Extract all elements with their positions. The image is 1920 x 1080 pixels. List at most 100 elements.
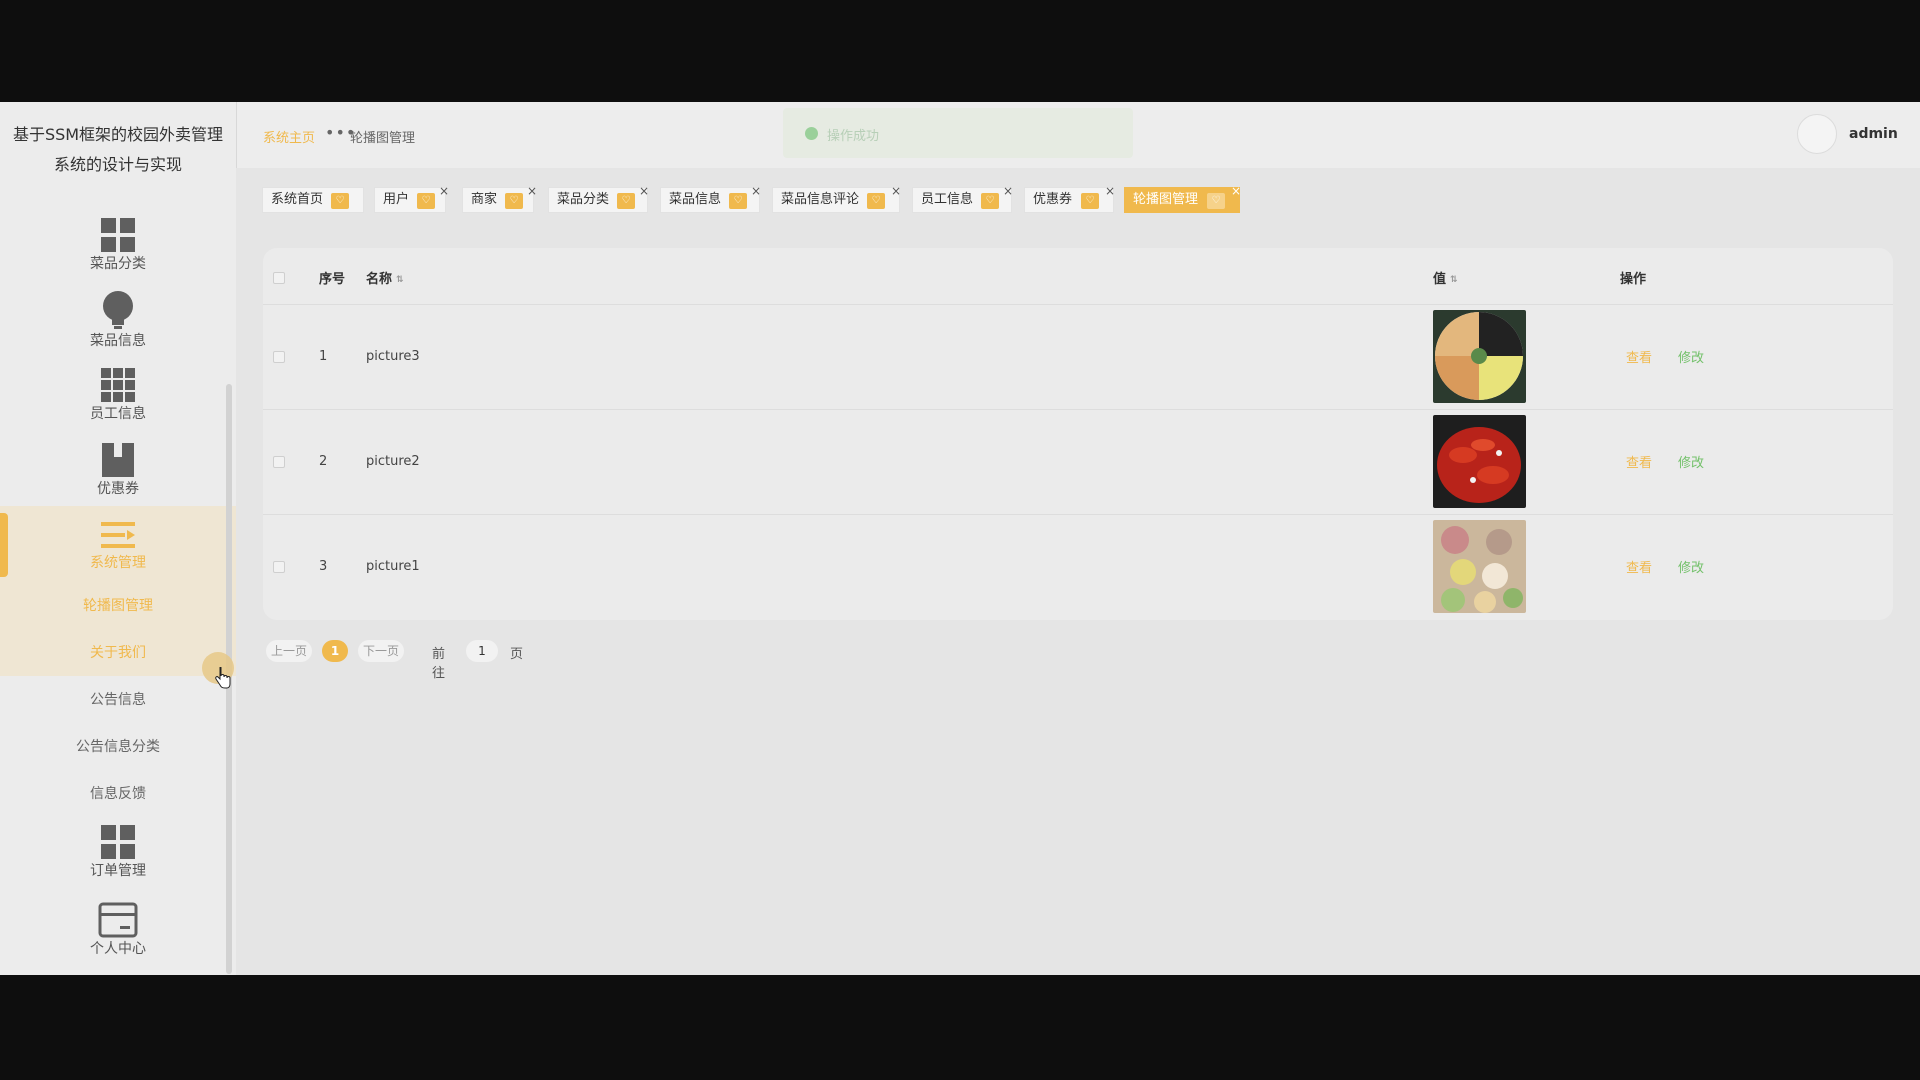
tab-label: 员工信息 bbox=[921, 192, 974, 207]
tab-staff-info[interactable]: 员工信息 ♡ × bbox=[912, 184, 1013, 213]
card-icon bbox=[98, 902, 138, 938]
sidebar-subitem-carousel[interactable]: 轮播图管理 bbox=[0, 595, 236, 615]
view-button[interactable]: 查看 bbox=[1626, 347, 1652, 366]
tab-label: 轮播图管理 bbox=[1133, 192, 1199, 207]
app-title: 基于SSM框架的校园外卖管理系统的设计与实现 bbox=[12, 125, 224, 174]
crayfish-image bbox=[1433, 415, 1526, 508]
page-unit-label: 页 bbox=[510, 647, 524, 662]
header-name-label: 名称 bbox=[366, 272, 393, 287]
toast-message: 操作成功 bbox=[827, 129, 880, 144]
row-index: 2 bbox=[319, 454, 328, 469]
tab-carousel-active[interactable]: 轮播图管理 ♡ × bbox=[1124, 184, 1241, 213]
sort-icon[interactable]: ⇅ bbox=[396, 275, 404, 285]
heart-icon: ♡ bbox=[867, 193, 885, 209]
menu-icon bbox=[101, 522, 135, 548]
macarons-image bbox=[1433, 520, 1526, 613]
close-icon[interactable]: × bbox=[891, 179, 901, 203]
sidebar-subitem-about[interactable]: 关于我们 bbox=[0, 642, 236, 662]
avatar[interactable] bbox=[1797, 114, 1837, 154]
sidebar-subitem-notice[interactable]: 公告信息 bbox=[0, 689, 236, 709]
close-icon[interactable]: × bbox=[1003, 179, 1013, 203]
sidebar-subitem-notice-category[interactable]: 公告信息分类 bbox=[0, 736, 236, 756]
breadcrumb-current: 轮播图管理 bbox=[350, 131, 416, 146]
table-row: 3 picture1 查看 修改 bbox=[263, 514, 1893, 619]
next-page-button[interactable]: 下一页 bbox=[358, 640, 404, 662]
header-name[interactable]: 名称 ⇅ bbox=[366, 268, 404, 287]
goto-label: 前往 bbox=[432, 647, 446, 681]
row-index: 1 bbox=[319, 349, 328, 364]
sidebar: 基于SSM框架的校园外卖管理系统的设计与实现 菜品分类 菜品信息 员工信息 优惠… bbox=[0, 102, 236, 975]
edit-button[interactable]: 修改 bbox=[1678, 347, 1704, 366]
header-index: 序号 bbox=[319, 272, 346, 287]
header-value[interactable]: 值 ⇅ bbox=[1433, 268, 1458, 287]
row-checkbox[interactable] bbox=[273, 351, 285, 363]
sort-icon[interactable]: ⇅ bbox=[1450, 275, 1458, 285]
sidebar-item-label: 个人中心 bbox=[90, 941, 146, 957]
food-platter-image bbox=[1433, 310, 1526, 403]
sidebar-item-orders[interactable]: 订单管理 bbox=[0, 824, 236, 880]
top-bar: 系统主页 ••• 轮播图管理 操作成功 admin bbox=[236, 102, 1920, 168]
success-icon bbox=[805, 127, 818, 140]
close-icon[interactable]: × bbox=[439, 179, 449, 203]
page-number-current[interactable]: 1 bbox=[322, 640, 348, 662]
tab-user[interactable]: 用户 ♡ × bbox=[374, 184, 449, 213]
close-icon[interactable]: × bbox=[527, 179, 537, 203]
breadcrumb-home[interactable]: 系统主页 bbox=[263, 127, 315, 146]
grid9-icon bbox=[101, 368, 135, 402]
row-name: picture3 bbox=[366, 349, 420, 364]
edit-button[interactable]: 修改 bbox=[1678, 557, 1704, 576]
heart-icon: ♡ bbox=[617, 193, 635, 209]
close-icon[interactable]: × bbox=[1231, 179, 1241, 203]
goto-page-input[interactable]: 1 bbox=[466, 640, 498, 662]
close-icon[interactable]: × bbox=[1105, 179, 1115, 203]
app-frame: 基于SSM框架的校园外卖管理系统的设计与实现 菜品分类 菜品信息 员工信息 优惠… bbox=[0, 102, 1920, 975]
close-icon[interactable]: × bbox=[751, 179, 761, 203]
sidebar-item-system[interactable]: 系统管理 bbox=[0, 520, 236, 572]
sidebar-item-dish-category[interactable]: 菜品分类 bbox=[0, 217, 236, 273]
tab-merchant[interactable]: 商家 ♡ × bbox=[462, 184, 537, 213]
prev-page-button[interactable]: 上一页 bbox=[266, 640, 312, 662]
sidebar-item-label: 员工信息 bbox=[90, 406, 146, 422]
view-button[interactable]: 查看 bbox=[1626, 557, 1652, 576]
close-icon[interactable]: × bbox=[639, 179, 649, 203]
sidebar-item-staff-info[interactable]: 员工信息 bbox=[0, 367, 236, 423]
row-checkbox[interactable] bbox=[273, 456, 285, 468]
thumbnail-image[interactable] bbox=[1433, 415, 1526, 508]
tab-coupon[interactable]: 优惠券 ♡ × bbox=[1024, 184, 1115, 213]
tab-dish-category[interactable]: 菜品分类 ♡ × bbox=[548, 184, 649, 213]
row-name: picture2 bbox=[366, 454, 420, 469]
tab-dish-comments[interactable]: 菜品信息评论 ♡ × bbox=[772, 184, 901, 213]
thumbnail-image[interactable] bbox=[1433, 310, 1526, 403]
heart-icon: ♡ bbox=[505, 193, 523, 209]
header-action: 操作 bbox=[1620, 272, 1647, 287]
tab-label: 用户 bbox=[383, 192, 410, 207]
tab-label: 菜品信息评论 bbox=[781, 192, 860, 207]
username[interactable]: admin bbox=[1849, 126, 1898, 142]
table-row: 1 picture3 查看 修改 bbox=[263, 304, 1893, 409]
view-button[interactable]: 查看 bbox=[1626, 452, 1652, 471]
bulb-icon bbox=[103, 291, 133, 329]
tab-dish-info[interactable]: 菜品信息 ♡ × bbox=[660, 184, 761, 213]
sidebar-item-label: 系统管理 bbox=[90, 555, 146, 571]
heart-icon: ♡ bbox=[981, 193, 999, 209]
heart-icon: ♡ bbox=[331, 193, 349, 209]
tab-home[interactable]: 系统首页 ♡ bbox=[262, 187, 364, 213]
heart-icon: ♡ bbox=[729, 193, 747, 209]
sidebar-item-coupon[interactable]: 优惠券 bbox=[0, 442, 236, 498]
tab-label: 菜品分类 bbox=[557, 192, 610, 207]
edit-button[interactable]: 修改 bbox=[1678, 452, 1704, 471]
heart-icon: ♡ bbox=[1207, 193, 1225, 209]
select-all-checkbox[interactable] bbox=[273, 272, 285, 284]
hand-cursor-icon bbox=[215, 667, 231, 689]
row-checkbox[interactable] bbox=[273, 561, 285, 573]
header-value-label: 值 bbox=[1433, 272, 1447, 287]
thumbnail-image[interactable] bbox=[1433, 520, 1526, 613]
grid-icon bbox=[101, 825, 135, 859]
sidebar-item-label: 订单管理 bbox=[90, 863, 146, 879]
sidebar-item-dish-info[interactable]: 菜品信息 bbox=[0, 290, 236, 350]
sidebar-subitem-feedback[interactable]: 信息反馈 bbox=[0, 783, 236, 803]
heart-icon: ♡ bbox=[417, 193, 435, 209]
sidebar-item-profile[interactable]: 个人中心 bbox=[0, 902, 236, 958]
grid-icon bbox=[101, 218, 135, 252]
table-row: 2 picture2 查看 修改 bbox=[263, 409, 1893, 514]
